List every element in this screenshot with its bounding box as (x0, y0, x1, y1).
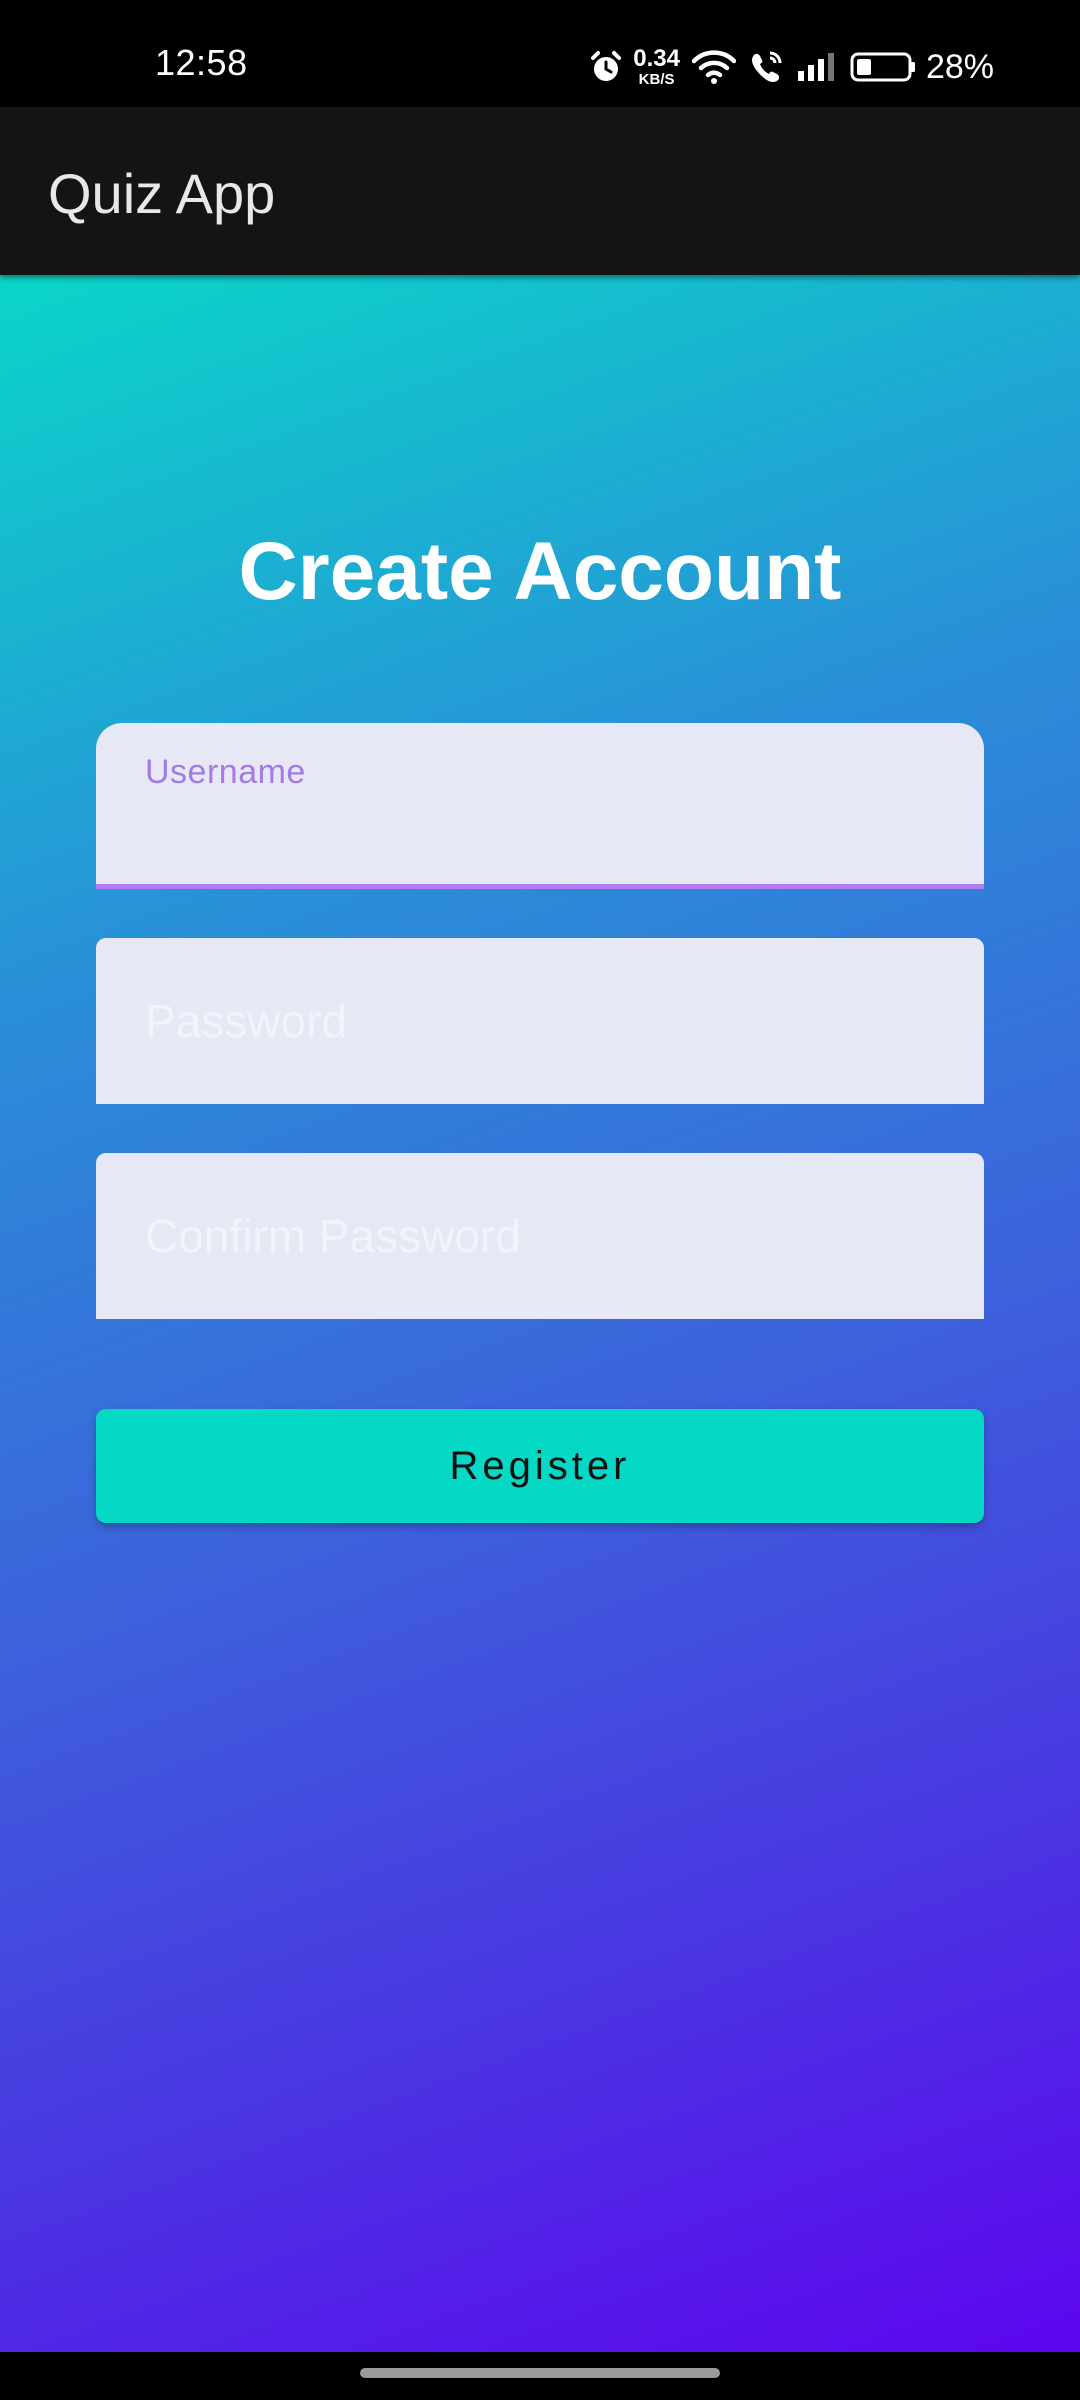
username-label: Username (145, 753, 306, 791)
screen: 12:58 0.34 KB/S 28% Quiz App Create Acco… (0, 0, 1080, 2400)
navigation-bar (0, 2352, 1080, 2400)
battery-percent: 28% (925, 47, 994, 86)
network-speed: 0.34 KB/S (633, 45, 680, 88)
alarm-icon (589, 50, 623, 84)
username-field[interactable]: Username (96, 723, 984, 889)
status-bar: 12:58 0.34 KB/S 28% (0, 0, 1080, 107)
home-gesture-handle[interactable] (360, 2368, 720, 2378)
confirm-password-placeholder: Confirm Password (145, 1210, 521, 1262)
status-time: 12:58 (155, 42, 248, 83)
confirm-password-field[interactable]: Confirm Password (96, 1153, 984, 1319)
register-screen: Create Account Username Password Confirm… (0, 275, 1080, 2352)
battery-icon (850, 51, 916, 83)
app-bar: Quiz App (0, 107, 1080, 275)
page-title: Create Account (238, 526, 842, 617)
password-placeholder: Password (145, 995, 347, 1047)
wifi-icon (691, 49, 736, 85)
cellular-signal-icon (796, 51, 838, 83)
network-speed-value: 0.34 (633, 45, 680, 72)
register-button-label: Register (449, 1443, 631, 1488)
register-button[interactable]: Register (96, 1409, 984, 1523)
network-speed-unit: KB/S (638, 71, 675, 88)
wifi-calling-icon (748, 49, 784, 85)
password-field[interactable]: Password (96, 938, 984, 1104)
app-title: Quiz App (48, 162, 276, 225)
status-icons: 0.34 KB/S 28% (577, 40, 994, 94)
